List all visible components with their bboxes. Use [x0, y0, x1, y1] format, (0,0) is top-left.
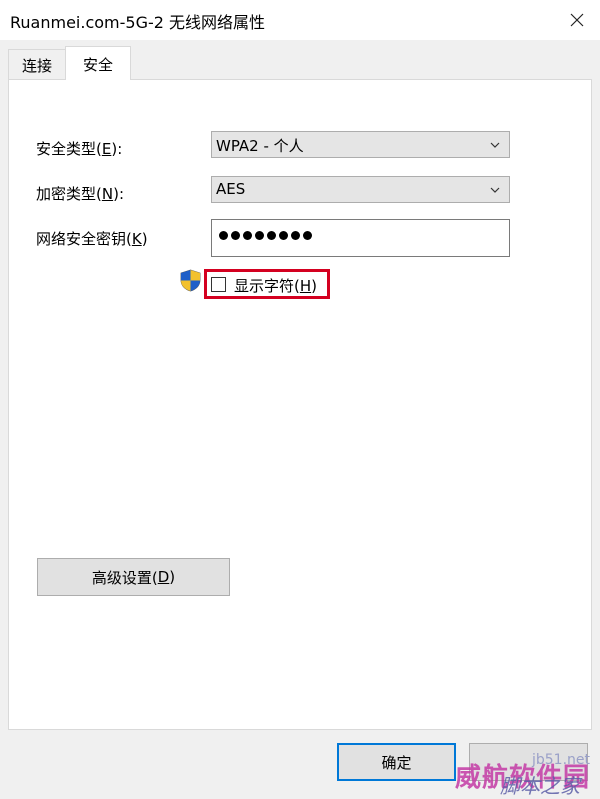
label-text: ): [111, 140, 123, 158]
label-text: 显示字符( [234, 277, 300, 295]
password-dot [291, 231, 300, 240]
mnemonic: H [299, 277, 312, 295]
password-dot [255, 231, 264, 240]
encryption-type-label: 加密类型(N): [36, 183, 124, 204]
masked-password [219, 231, 312, 240]
title-bar: Ruanmei.com-5G-2 无线网络属性 [0, 0, 600, 40]
label-text: 安全类型( [36, 140, 102, 158]
label-text: 高级设置( [91, 568, 158, 587]
password-dot [243, 231, 252, 240]
chevron-down-icon [490, 187, 500, 193]
network-key-input[interactable] [211, 219, 510, 257]
advanced-settings-button[interactable]: 高级设置(D) [37, 558, 230, 596]
ok-button[interactable]: 确定 [337, 743, 456, 781]
watermark-sub: 脚本之家 [500, 774, 580, 798]
security-type-value: WPA2 - 个人 [216, 137, 304, 155]
mnemonic: D [157, 568, 170, 586]
close-button[interactable] [554, 0, 600, 40]
ok-label: 确定 [381, 753, 412, 772]
chevron-down-icon [490, 142, 500, 148]
label-text: ) [141, 230, 148, 248]
password-dot [303, 231, 312, 240]
label-text: ): [113, 185, 124, 203]
mnemonic: N [101, 185, 114, 203]
window-title: Ruanmei.com-5G-2 无线网络属性 [10, 13, 266, 32]
password-dot [219, 231, 228, 240]
label-text: 加密类型( [36, 185, 102, 203]
show-characters-label[interactable]: 显示字符(H) [234, 275, 317, 296]
password-dot [231, 231, 240, 240]
label-text: ) [311, 277, 317, 295]
password-dot [267, 231, 276, 240]
uac-shield-icon [180, 269, 201, 292]
tab-security[interactable]: 安全 [65, 46, 131, 80]
password-dot [279, 231, 288, 240]
security-type-select[interactable]: WPA2 - 个人 [211, 131, 510, 158]
mnemonic: E [101, 140, 112, 158]
network-key-label: 网络安全密钥(K) [36, 228, 148, 249]
show-characters-checkbox[interactable] [211, 277, 226, 292]
close-icon [570, 13, 584, 27]
encryption-type-value: AES [216, 180, 246, 198]
encryption-type-select[interactable]: AES [211, 176, 510, 203]
tab-connection[interactable]: 连接 [8, 49, 66, 79]
label-text: 网络安全密钥( [36, 230, 132, 248]
security-type-label: 安全类型(E): [36, 138, 122, 159]
label-text: ) [169, 568, 176, 586]
mnemonic: K [131, 230, 142, 248]
